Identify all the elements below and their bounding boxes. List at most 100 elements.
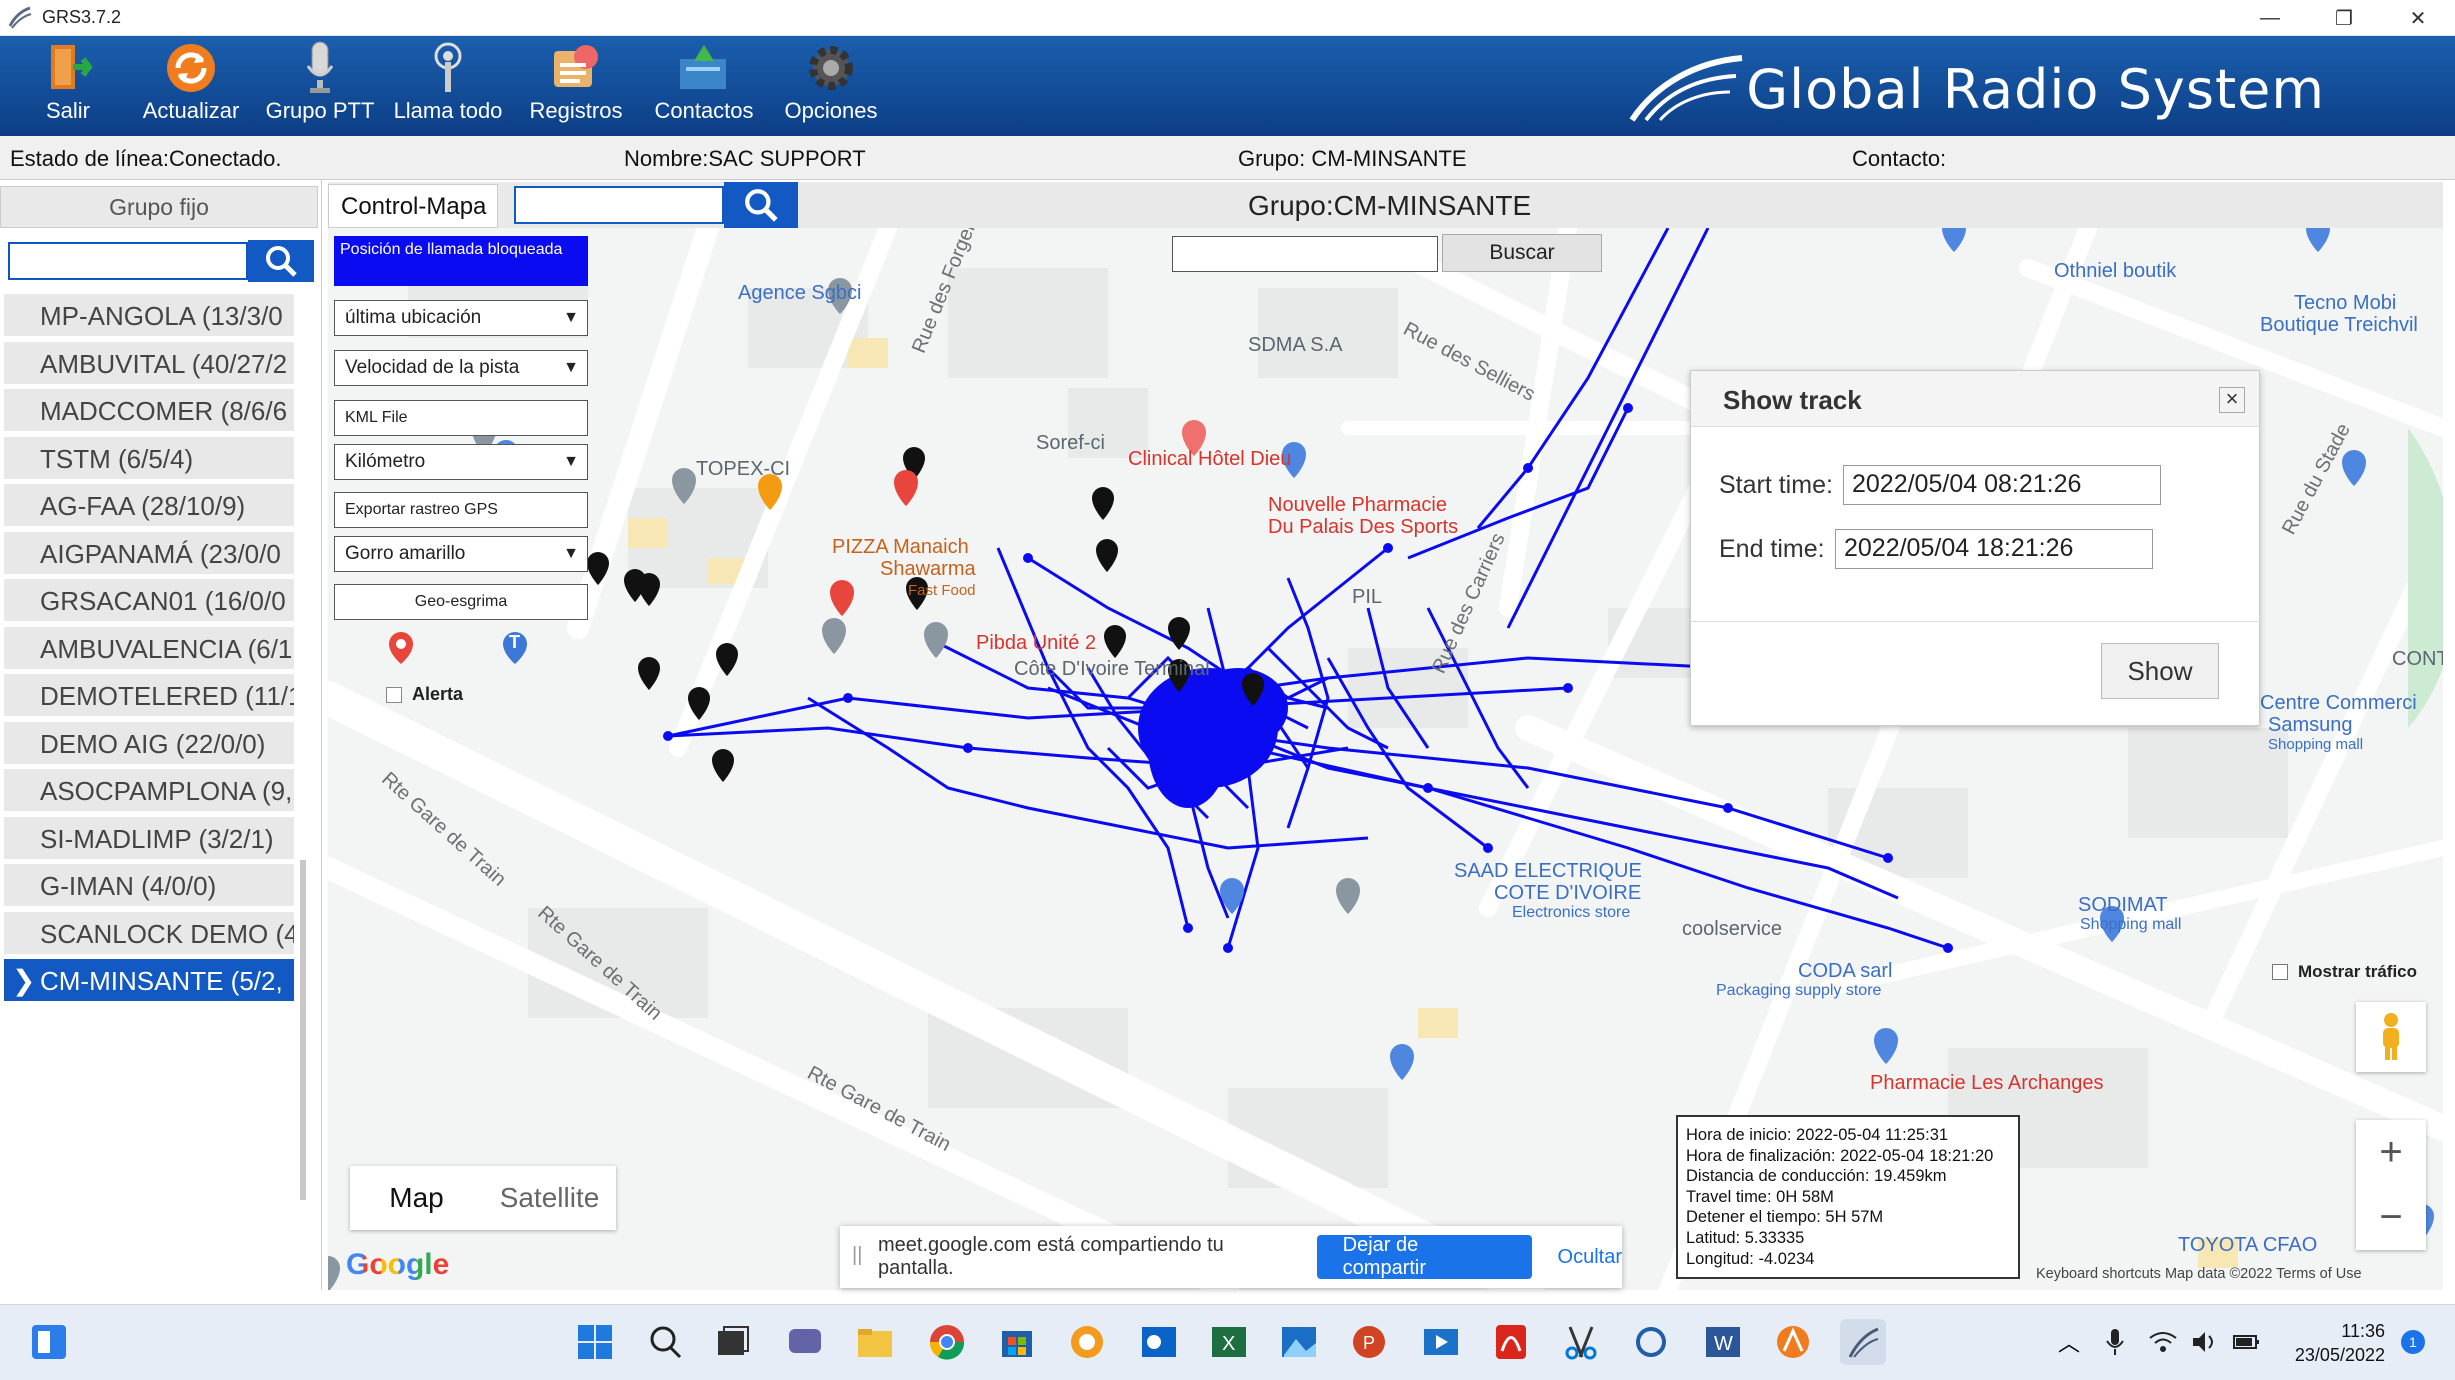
taskbar-clock[interactable]: 11:36 23/05/2022 <box>2295 1319 2385 1367</box>
group-label: AMBUVALENCIA (6/1 <box>40 633 293 664</box>
gear-icon <box>803 40 859 96</box>
widgets-icon[interactable] <box>26 1319 72 1365</box>
word-icon[interactable]: W <box>1700 1319 1746 1365</box>
group-list-item[interactable]: AIGPANAMÁ (23/0/0 <box>4 531 294 576</box>
search-icon <box>745 189 778 222</box>
browser-icon[interactable] <box>1064 1319 1110 1365</box>
traffic-toggle[interactable]: Mostrar tráfico <box>2272 962 2417 982</box>
start-time-input[interactable]: 2022/05/04 08:21:26 <box>1843 465 2161 505</box>
restore-button[interactable]: ❐ <box>2307 0 2381 36</box>
map-search-input[interactable] <box>514 186 724 224</box>
kml-file-button[interactable]: KML File <box>334 400 588 436</box>
group-list-item[interactable]: GRSACAN01 (16/0/0 <box>4 579 294 623</box>
group-list-item[interactable]: ❯ CM-MINSANTE (5/2, <box>4 959 294 1003</box>
chat-icon[interactable] <box>782 1319 828 1365</box>
map-attribution[interactable]: Keyboard shortcuts Map data ©2022 Terms … <box>2036 1266 2362 1282</box>
pdf-reader-icon[interactable] <box>1488 1319 1534 1365</box>
user-name: Nombre:SAC SUPPORT <box>624 146 866 171</box>
traffic-checkbox[interactable] <box>2272 964 2288 980</box>
file-explorer-icon[interactable] <box>852 1319 898 1365</box>
actualizar-button[interactable]: Actualizar <box>136 40 246 132</box>
group-list-item[interactable]: AG-FAA (28/10/9) <box>4 484 294 528</box>
group-list-item[interactable]: AMBUVALENCIA (6/1 <box>4 626 294 671</box>
address-search-input[interactable] <box>1172 236 1438 272</box>
group-list-item[interactable]: DEMO AIG (22/0/0) <box>4 721 294 766</box>
battery-icon[interactable] <box>2232 1319 2262 1365</box>
poi-label: Clinical Hôtel Dieu <box>1128 448 1292 470</box>
end-time-input[interactable]: 2022/05/04 18:21:26 <box>1835 529 2153 569</box>
notification-badge-icon[interactable]: 1 <box>2398 1319 2428 1365</box>
t-marker-icon[interactable]: T <box>500 630 530 666</box>
app-orange-icon[interactable] <box>1770 1319 1816 1365</box>
group-search-button[interactable] <box>248 240 314 282</box>
hide-share-bar-button[interactable]: Ocultar <box>1558 1246 1622 1269</box>
llama-todo-button[interactable]: Llama todo <box>386 40 510 132</box>
group-list-item[interactable]: DEMOTELERED (11/1 <box>4 674 294 718</box>
salir-button[interactable]: Salir <box>28 40 108 132</box>
screen-share-bar: || meet.google.com está compartiendo tu … <box>840 1226 1622 1288</box>
grupo-ptt-button[interactable]: Grupo PTT <box>262 40 378 132</box>
group-list-item[interactable]: AMBUVITAL (40/27/2 <box>4 341 294 386</box>
group-list-item[interactable]: SCANLOCK DEMO (4 <box>4 911 294 956</box>
group-list-scrollbar[interactable] <box>300 860 306 1200</box>
volume-icon[interactable] <box>2190 1319 2220 1365</box>
close-icon[interactable]: × <box>2219 387 2245 413</box>
minimize-button[interactable]: — <box>2233 0 2307 36</box>
group-list-item[interactable]: G-IMAN (4/0/0) <box>4 864 294 908</box>
geofence-button[interactable]: Geo-esgrima <box>334 584 588 620</box>
opciones-button[interactable]: Opciones <box>778 40 884 132</box>
alert-marker-icon[interactable] <box>386 630 416 666</box>
svg-text:X: X <box>1222 1333 1235 1355</box>
store-icon[interactable] <box>994 1319 1040 1365</box>
alert-checkbox[interactable] <box>386 686 402 703</box>
zoom-in-button[interactable]: + <box>2356 1120 2426 1185</box>
excel-icon[interactable]: X <box>1206 1319 1252 1365</box>
wifi-icon[interactable] <box>2148 1319 2178 1365</box>
unit-select[interactable]: Kilómetro ▼ <box>334 444 588 480</box>
task-view-icon[interactable] <box>710 1319 756 1365</box>
call-position-locked-button[interactable]: Posición de llamada bloqueada <box>334 236 588 286</box>
group-list-item[interactable]: SI-MADLIMP (3/2/1) <box>4 816 294 861</box>
search-icon[interactable] <box>642 1319 688 1365</box>
photos-icon[interactable] <box>1276 1319 1322 1365</box>
powerpoint-icon[interactable]: P <box>1346 1319 1392 1365</box>
tray-chevron-icon[interactable]: ︿ <box>2054 1319 2084 1365</box>
cortana-icon[interactable] <box>1628 1319 1674 1365</box>
drag-handle-icon[interactable]: || <box>852 1244 862 1267</box>
group-search-input[interactable] <box>8 242 248 280</box>
stop-sharing-button[interactable]: Dejar de compartir <box>1316 1234 1532 1279</box>
tab-control-mapa[interactable]: Control-Mapa <box>328 184 498 228</box>
buscar-button[interactable]: Buscar <box>1442 234 1602 272</box>
contactos-button[interactable]: Contactos <box>646 40 762 132</box>
group-name: Grupo: CM-MINSANTE <box>1238 146 1467 171</box>
zoom-out-button[interactable]: − <box>2356 1185 2426 1250</box>
map-search-button[interactable] <box>724 182 798 228</box>
grs-app-icon[interactable] <box>1840 1319 1886 1365</box>
last-location-select[interactable]: última ubicación ▼ <box>334 300 588 336</box>
marker-style-select[interactable]: Gorro amarillo ▼ <box>334 536 588 572</box>
group-list-item[interactable]: MP-ANGOLA (13/3/0 <box>4 294 294 338</box>
group-list-item[interactable]: MADCCOMER (8/6/6 <box>4 389 294 433</box>
start-icon[interactable] <box>572 1319 618 1365</box>
map-type-map-button[interactable]: Map <box>350 1166 483 1230</box>
map-type-satellite-button[interactable]: Satellite <box>483 1166 616 1230</box>
contact-name: Contacto: <box>1852 146 1947 171</box>
outlook-icon[interactable] <box>1136 1319 1182 1365</box>
chrome-icon[interactable] <box>924 1319 970 1365</box>
show-button[interactable]: Show <box>2101 643 2219 699</box>
street-view-pegman-icon[interactable] <box>2356 1002 2426 1072</box>
snipping-tool-icon[interactable] <box>1558 1319 1604 1365</box>
fixed-group-tab[interactable]: Grupo fijo <box>0 186 318 228</box>
group-list-item[interactable]: TSTM (6/5/4) <box>4 436 294 481</box>
export-gps-track-button[interactable]: Exportar rastreo GPS <box>334 492 588 528</box>
close-window-button[interactable]: ✕ <box>2381 0 2455 36</box>
group-list-item[interactable]: ASOCPAMPLONA (9, <box>4 769 294 813</box>
poi-label: Fast Food <box>908 582 976 599</box>
registros-button[interactable]: Registros <box>524 40 628 132</box>
end-time-label: End time: <box>1719 535 1825 563</box>
group-label: DEMOTELERED (11/1 <box>40 681 294 711</box>
media-player-icon[interactable] <box>1418 1319 1464 1365</box>
track-speed-select[interactable]: Velocidad de la pista ▼ <box>334 350 588 386</box>
microphone-icon[interactable] <box>2100 1319 2130 1365</box>
taskbar: X P W ︿ 11:36 23/05/2022 1 <box>0 1304 2455 1380</box>
